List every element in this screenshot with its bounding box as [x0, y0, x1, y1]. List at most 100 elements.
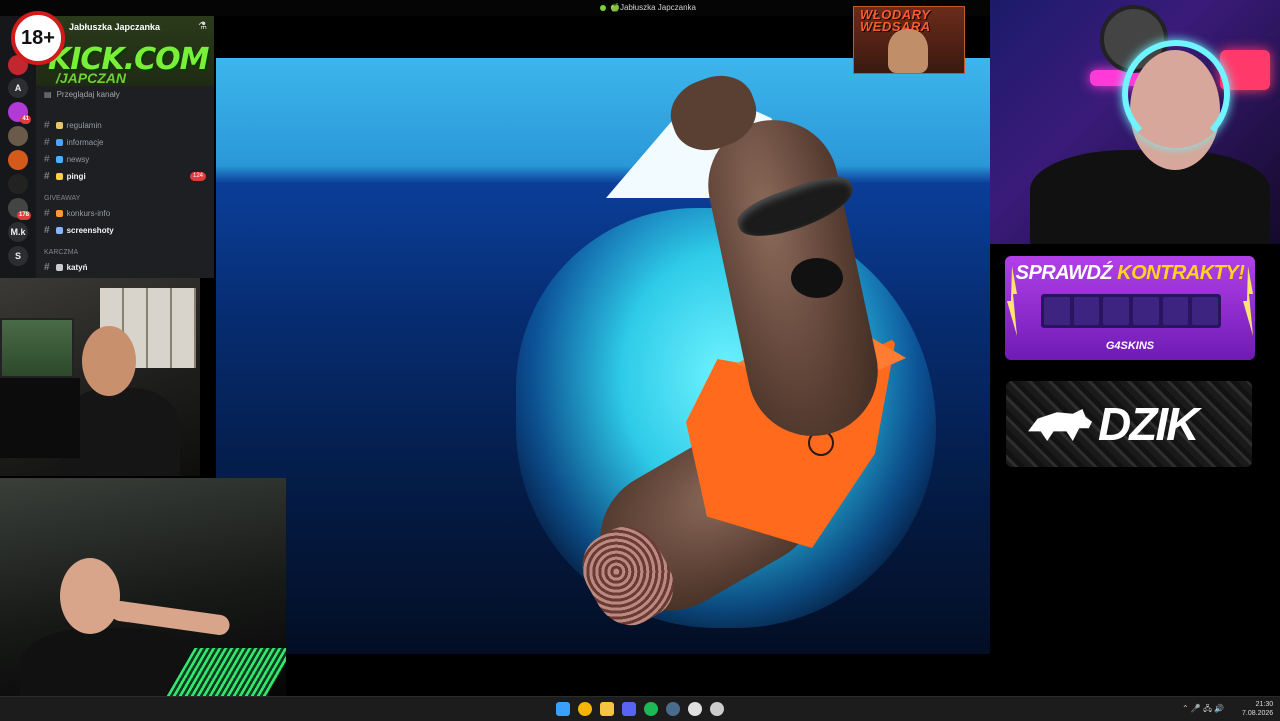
skin-card	[1073, 297, 1100, 325]
skin-card	[1133, 297, 1159, 325]
channel-sidebar: Jabłuszka Japczanka ⌄ ⚗ KICK.COM /JAPCZA…	[36, 16, 214, 278]
windows-start-icon[interactable]	[556, 702, 570, 716]
chrome-icon[interactable]	[578, 702, 592, 716]
settings-icon[interactable]	[710, 702, 724, 716]
promo-title-accent: KONTRAKTY!	[1117, 262, 1245, 284]
skin-card	[1162, 297, 1189, 325]
age-restriction-badge: 18+	[11, 11, 65, 65]
channel-emoji-icon	[55, 210, 63, 217]
server-icon[interactable]	[8, 126, 28, 146]
hash-icon: #	[44, 154, 50, 165]
streamer-body	[1030, 150, 1270, 244]
channel-emoji-icon	[55, 156, 63, 163]
promo-title: SPRAWDŹ KONTRAKTY!	[1005, 262, 1255, 285]
channel-emoji-icon	[55, 227, 63, 234]
browse-channels-label: Przeglądaj kanały	[56, 90, 120, 99]
server-label: M.k	[10, 227, 26, 237]
microphone-arm	[0, 378, 80, 458]
unread-badge: 41	[20, 115, 31, 124]
aquarium	[0, 318, 74, 378]
streamer-head	[82, 326, 136, 396]
skin-card	[1192, 297, 1219, 325]
dzik-banner: DZIK	[1006, 381, 1252, 467]
server-name[interactable]: Jabłuszka Japczanka	[69, 22, 160, 32]
channel-label: pingi	[66, 172, 86, 181]
chevron-down-icon[interactable]: ⌄	[148, 21, 155, 30]
webcam-top-right	[990, 0, 1280, 244]
system-tray[interactable]: ⌃ 🎤 🖧 🔊	[1182, 703, 1224, 717]
file-explorer-icon[interactable]	[600, 702, 614, 716]
server-icon-A[interactable]: A	[8, 78, 28, 98]
hash-icon: #	[44, 120, 50, 131]
steam-icon[interactable]	[666, 702, 680, 716]
channel-label: newsy	[66, 155, 90, 164]
channel-regulamin[interactable]: # regulamin	[44, 120, 102, 131]
channel-label: informacje	[66, 138, 104, 147]
server-icon[interactable]: 41	[8, 102, 31, 124]
server-icon-S[interactable]: S	[8, 246, 28, 266]
window-title: 🍏Jabłuszka Japczanka	[600, 3, 696, 12]
channel-emoji-icon	[55, 173, 63, 180]
promo-skins-strip	[1041, 294, 1221, 328]
channel-katyń[interactable]: # katyń	[44, 262, 87, 273]
server-banner-logo-subtext: /JAPCZAN	[56, 70, 127, 86]
webcam-bottom-left	[0, 478, 286, 698]
hash-icon: #	[44, 171, 50, 182]
channel-screenshoty[interactable]: # screenshoty	[44, 225, 114, 236]
hash-icon: #	[44, 225, 50, 236]
server-icon-M.k[interactable]: M.k	[8, 222, 28, 242]
emblem-text: WŁODARY WEDSARA	[860, 7, 931, 34]
browse-channels-icon: ▤	[44, 90, 52, 99]
server-icon[interactable]	[8, 150, 28, 170]
main-video-frame	[216, 58, 990, 654]
clock-time: 21:30	[1255, 701, 1274, 708]
server-label: A	[14, 83, 22, 93]
taskbar-clock[interactable]: 21:30 7.08.2026	[1242, 700, 1273, 718]
taskbar: ⌃ 🎤 🖧 🔊 21:30 7.08.2026	[0, 696, 1280, 721]
channel-label: screenshoty	[66, 226, 114, 235]
dzik-logo-text: DZIK	[1098, 398, 1199, 450]
window-title-text: 🍏Jabłuszka Japczanka	[610, 3, 697, 12]
server-icon[interactable]: 178	[8, 198, 31, 220]
channel-label: katyń	[66, 263, 88, 272]
hash-icon: #	[44, 262, 50, 273]
skin-card	[1103, 297, 1130, 325]
browser-icon[interactable]	[688, 702, 702, 716]
server-icon[interactable]	[8, 174, 28, 194]
channel-category[interactable]: KARCZMA	[44, 249, 78, 256]
channel-label: regulamin	[66, 121, 102, 130]
channel-emoji-icon	[55, 264, 63, 271]
skin-card	[1044, 297, 1070, 325]
channel-pingi[interactable]: # pingi	[44, 171, 86, 182]
category-label: KARCZMA	[44, 249, 79, 256]
channel-newsy[interactable]: # newsy	[44, 154, 89, 165]
webcam-top-left	[0, 278, 200, 476]
streamer-head	[60, 558, 120, 634]
headset-icon	[1122, 40, 1230, 148]
channel-label: konkurs-info	[66, 209, 111, 218]
channel-emoji-icon	[55, 122, 63, 129]
promo-banner: SPRAWDŹ KONTRAKTY! G4SKINS	[1005, 256, 1255, 360]
unread-badge: 178	[16, 211, 31, 220]
channel-category[interactable]: GIVEAWAY	[44, 195, 80, 202]
mention-badge: 124	[189, 172, 206, 181]
clock-date: 7.08.2026	[1242, 710, 1274, 717]
server-label: S	[14, 251, 21, 261]
boost-icon[interactable]: ⚗	[198, 21, 207, 32]
category-label: GIVEAWAY	[44, 195, 81, 202]
channel-emoji-icon	[55, 139, 63, 146]
channel-informacje[interactable]: # informacje	[44, 137, 103, 148]
discord-icon[interactable]	[622, 702, 636, 716]
boar-icon	[1028, 409, 1092, 441]
browse-channels-button[interactable]: ▤ Przeglądaj kanały	[44, 90, 120, 99]
promo-brand: G4SKINS	[1105, 340, 1155, 352]
hash-icon: #	[44, 208, 50, 219]
emblem-portrait	[888, 29, 928, 73]
hash-icon: #	[44, 137, 50, 148]
promo-title-main: SPRAWDŹ	[1015, 262, 1118, 284]
channel-konkurs-info[interactable]: # konkurs-info	[44, 208, 110, 219]
sausage-mouth	[791, 258, 843, 298]
apple-icon	[600, 5, 606, 11]
spotify-icon[interactable]	[644, 702, 658, 716]
emblem-overlay: WŁODARY WEDSARA	[853, 6, 965, 74]
